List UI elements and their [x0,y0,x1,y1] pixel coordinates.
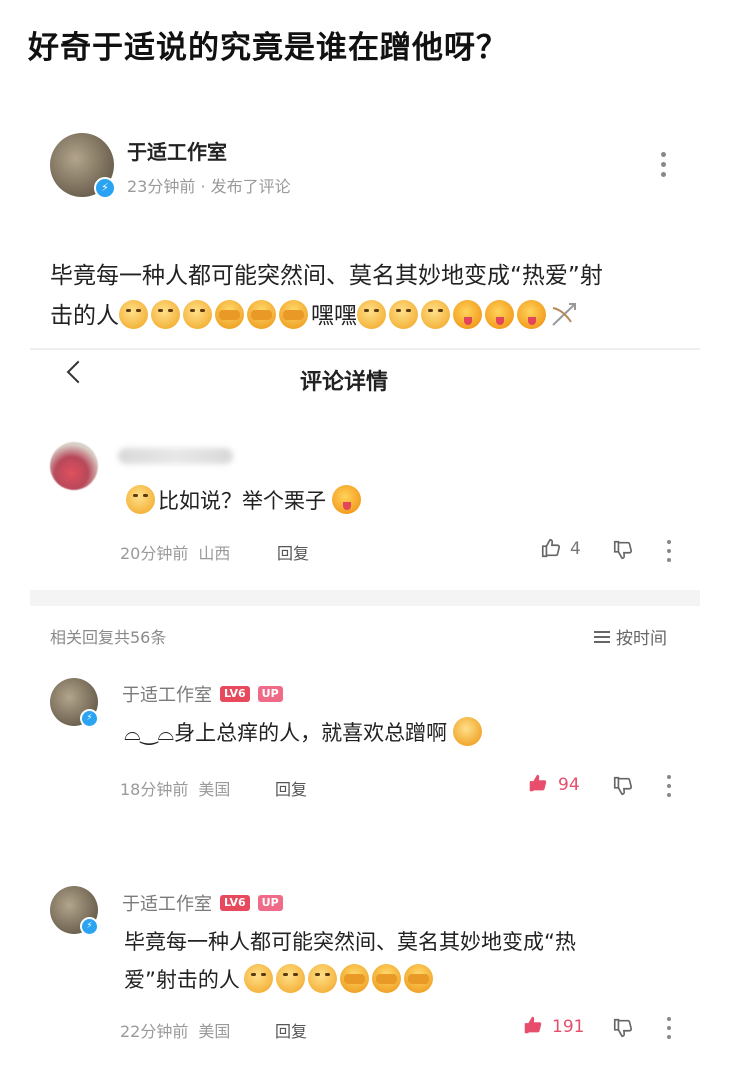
cover-face-emoji [279,300,308,329]
post-meta: 23分钟前 · 发布了评论 [127,177,291,196]
post-text-line2: 击的人 嘿嘿 [50,296,700,336]
dog-emoji [357,300,386,329]
like-icon[interactable] [540,537,562,559]
commenter-avatar[interactable] [50,442,98,490]
dog-emoji [389,300,418,329]
reply-reply-button[interactable]: 回复 [275,1018,307,1042]
dog-emoji [307,964,337,993]
reply-author[interactable]: 于适工作室 LV6 UP [122,890,283,916]
reply-like-count: 191 [552,1017,585,1037]
back-arrow-icon[interactable] [66,360,90,384]
dog-emoji [183,300,212,329]
reply-author[interactable]: 于适工作室 LV6 UP [122,681,283,707]
liked-icon[interactable] [522,1014,544,1036]
more-options-icon[interactable] [660,152,666,177]
verified-icon: ⚡ [80,709,99,728]
liked-icon[interactable] [527,772,549,794]
bow-arrow-emoji [549,300,579,329]
page-title: 评论详情 [300,370,389,395]
up-badge: UP [257,895,283,911]
panel-divider [30,348,700,350]
dislike-icon[interactable] [612,1017,634,1039]
post-text-line1: 毕竟每一种人都可能突然间、莫名其妙地变成“热爱”射 [50,263,603,289]
reply-reply-button[interactable]: 回复 [275,776,307,800]
comment-like-count: 4 [570,539,581,559]
comment-text: 比如说？举个栗子 [126,485,364,515]
verified-icon: ⚡ [94,177,116,199]
comment-meta: 20分钟前 山西 [120,544,231,563]
post-text: 毕竟每一种人都可能突然间、莫名其妙地变成“热爱”射 击的人 嘿嘿 [50,256,700,336]
dog-emoji [126,485,155,514]
headline: 好奇于适说的究竟是谁在蹭他呀？ [28,30,508,66]
cover-face-emoji [371,964,401,993]
dog-emoji [243,964,273,993]
cover-face-emoji [403,964,433,993]
tongue-emoji [517,300,546,329]
related-replies-count: 相关回复共56条 [50,628,167,647]
reply-more-icon[interactable] [666,1017,672,1039]
level-badge: LV6 [220,895,250,911]
dog-emoji [119,300,148,329]
reply-text: ⌓‿⌓身上总痒的人，就喜欢总蹭啊 [124,714,485,752]
section-divider [30,590,700,606]
level-badge: LV6 [220,686,250,702]
cover-face-emoji [339,964,369,993]
dog-emoji [151,300,180,329]
tongue-emoji [485,300,514,329]
comment-more-icon[interactable] [666,540,672,562]
reply-text: 毕竟每一种人都可能突然间、莫名其妙地变成“热 爱”射击的人 [124,930,576,993]
smirk-emoji [453,717,483,746]
dog-emoji [275,964,305,993]
reply-meta: 22分钟前 美国 [120,1022,231,1041]
cover-face-emoji [247,300,276,329]
tongue-emoji [332,485,361,514]
dislike-icon[interactable] [612,775,634,797]
dislike-icon[interactable] [612,539,634,561]
sort-icon [594,630,610,643]
dog-emoji [421,300,450,329]
cover-face-emoji [215,300,244,329]
post-author-name[interactable]: 于适工作室 [127,136,227,165]
tongue-emoji [453,300,482,329]
comment-reply-button[interactable]: 回复 [277,540,309,564]
sort-by-time-button[interactable]: 按时间 [594,624,667,649]
verified-icon: ⚡ [80,917,99,936]
commenter-name-blurred[interactable] [118,448,233,464]
reply-like-count: 94 [558,775,580,795]
reply-meta: 18分钟前 美国 [120,780,231,799]
reply-more-icon[interactable] [666,775,672,797]
up-badge: UP [257,686,283,702]
